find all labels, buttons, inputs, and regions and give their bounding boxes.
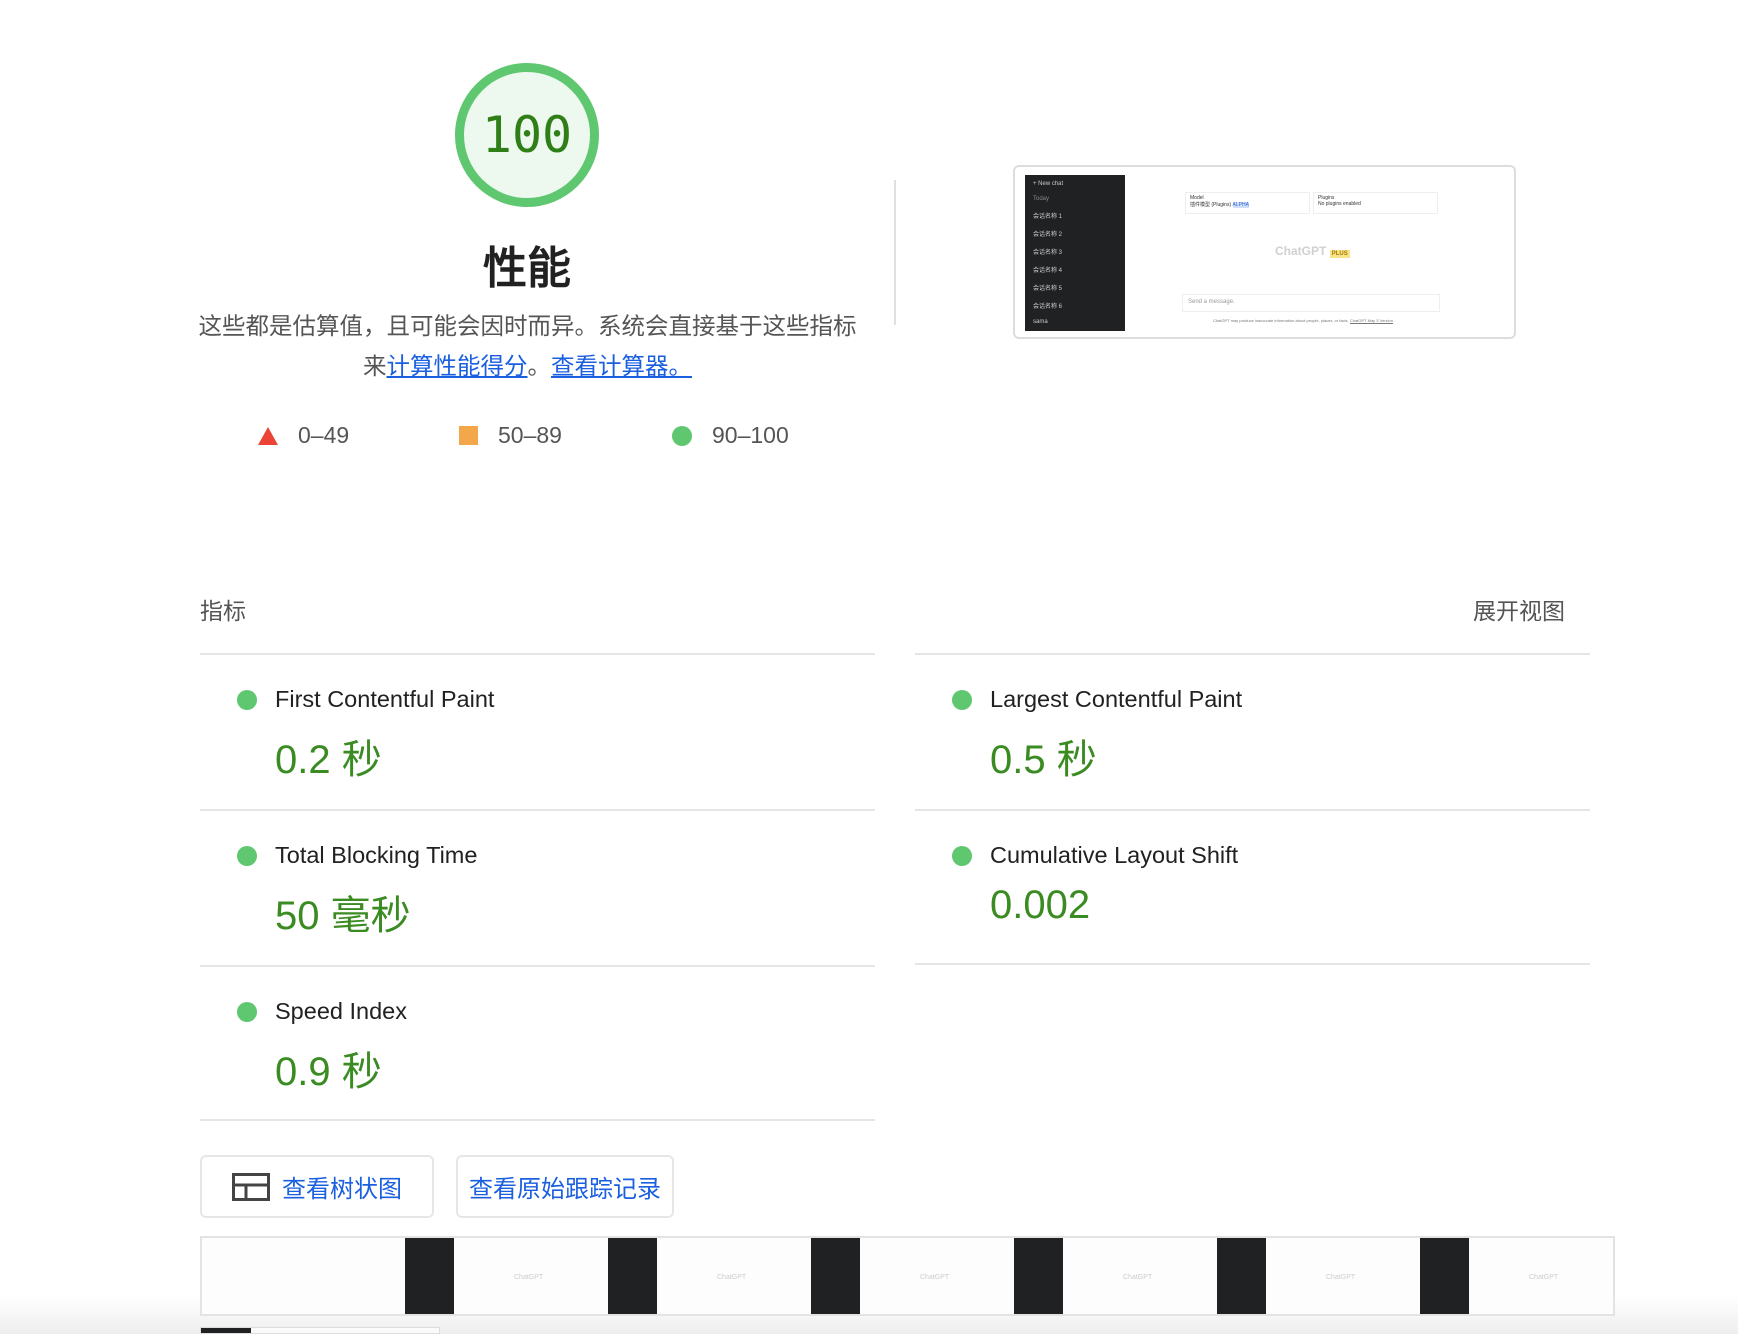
thumb-today: Today [1033, 196, 1050, 202]
metric-value: 0.002 [990, 883, 1091, 927]
metric-label: First Contentful Paint [275, 686, 495, 712]
filmstrip-frame: ChatGPT [1217, 1238, 1420, 1314]
thumb-value: No plugins enabled [1318, 201, 1361, 207]
thumb-brand-text: ChatGPT [1275, 244, 1327, 258]
thumb-value: 插件模型 (Plugins) [1190, 202, 1232, 208]
metric-value: 0.9 秒 [275, 1050, 382, 1094]
pass-circle-icon [237, 1002, 257, 1022]
divider [894, 180, 896, 325]
filmstrip-frame: ChatGPT [608, 1238, 811, 1314]
thumb-chat: 会话名称 3 [1033, 250, 1063, 256]
metric-label: Cumulative Layout Shift [990, 842, 1239, 868]
pass-circle-icon [237, 846, 257, 866]
score-calc-link[interactable]: 计算性能得分 [387, 353, 528, 379]
metric-value: 50 毫秒 [275, 894, 411, 938]
pass-circle-icon [952, 690, 972, 710]
metric-tbt: Total Blocking Time 50 毫秒 [200, 811, 875, 965]
metrics-heading: 指标 [200, 598, 246, 624]
filmstrip-frame [202, 1238, 405, 1314]
treemap-icon [232, 1172, 270, 1201]
thumb-chat: 会话名称 6 [1033, 304, 1063, 310]
thumb-user: sama [1033, 319, 1048, 325]
button-label: 查看树状图 [282, 1176, 402, 1203]
next-element-preview [200, 1327, 440, 1334]
pass-circle-icon [237, 690, 257, 710]
category-title: 性能 [483, 244, 571, 293]
view-treemap-button[interactable]: 查看树状图 [200, 1155, 434, 1218]
thumb-footer: ChatGPT may produce inaccurate informati… [1213, 318, 1393, 323]
calculator-link[interactable]: 查看计算器。 [551, 353, 692, 379]
view-trace-button[interactable]: 查看原始跟踪记录 [456, 1155, 674, 1218]
thumb-label: Model [1190, 195, 1204, 201]
thumb-model-select: Model 插件模型 (Plugins) ALPHA [1185, 192, 1310, 214]
final-screenshot[interactable]: + New chat Today 会话名称 1 会话名称 2 会话名称 3 会话… [1013, 165, 1516, 339]
metric-lcp: Largest Contentful Paint 0.5 秒 [915, 655, 1590, 809]
legend-label: 0–49 [298, 422, 350, 448]
thumb-footer-link: ChatGPT May 3 Version [1349, 318, 1393, 323]
thumb-plugins-select: Plugins No plugins enabled [1313, 192, 1438, 214]
metric-value: 0.5 秒 [990, 738, 1097, 782]
legend-fail: 0–49 [258, 422, 349, 449]
legend-average: 50–89 [459, 422, 562, 449]
divider [200, 1119, 875, 1121]
thumb-new-chat: + New chat [1033, 181, 1064, 187]
legend-label: 50–89 [498, 422, 562, 448]
divider [915, 963, 1590, 965]
filmstrip-frame: ChatGPT [405, 1238, 608, 1314]
metric-si: Speed Index 0.9 秒 [200, 967, 875, 1119]
legend-label: 90–100 [712, 422, 789, 448]
thumb-chat: 会话名称 2 [1033, 232, 1063, 238]
legend-pass: 90–100 [672, 422, 789, 449]
description-sep: 。 [527, 353, 552, 379]
filmstrip-frame: ChatGPT [1420, 1238, 1613, 1314]
button-label: 查看原始跟踪记录 [469, 1176, 661, 1203]
metric-label: Total Blocking Time [275, 842, 478, 868]
thumb-chat: 会话名称 4 [1033, 268, 1063, 274]
score-value: 100 [481, 106, 573, 164]
filmstrip-frame: ChatGPT [1014, 1238, 1217, 1314]
metric-label: Speed Index [275, 998, 407, 1024]
expand-view-toggle[interactable]: 展开视图 [1473, 592, 1565, 626]
metric-label: Largest Contentful Paint [990, 686, 1243, 712]
thumb-chat: 会话名称 1 [1033, 214, 1063, 220]
thumb-brand: ChatGPT PLUS [1275, 244, 1350, 258]
score-gauge: 100 [455, 63, 599, 207]
filmstrip-frame: ChatGPT [811, 1238, 1014, 1314]
filmstrip: ChatGPT ChatGPT ChatGPT ChatGPT ChatGPT … [200, 1236, 1615, 1316]
circle-icon [672, 425, 692, 446]
thumb-badge: ALPHA [1232, 202, 1249, 208]
pass-circle-icon [952, 846, 972, 866]
square-icon [459, 426, 478, 445]
score-description: 这些都是估算值，且可能会因时而异。系统会直接基于这些指标来计算性能得分。查看计算… [195, 306, 860, 386]
metric-cls: Cumulative Layout Shift 0.002 [915, 811, 1590, 965]
thumb-sidebar: + New chat Today 会话名称 1 会话名称 2 会话名称 3 会话… [1025, 175, 1125, 331]
thumb-plus-badge: PLUS [1329, 250, 1350, 258]
thumb-footer-text: ChatGPT may produce inaccurate informati… [1213, 318, 1349, 323]
metric-value: 0.2 秒 [275, 738, 382, 782]
thumb-input: Send a message. [1182, 294, 1440, 312]
triangle-icon [258, 426, 278, 445]
thumb-chat: 会话名称 5 [1033, 286, 1063, 292]
metric-fcp: First Contentful Paint 0.2 秒 [200, 655, 875, 809]
